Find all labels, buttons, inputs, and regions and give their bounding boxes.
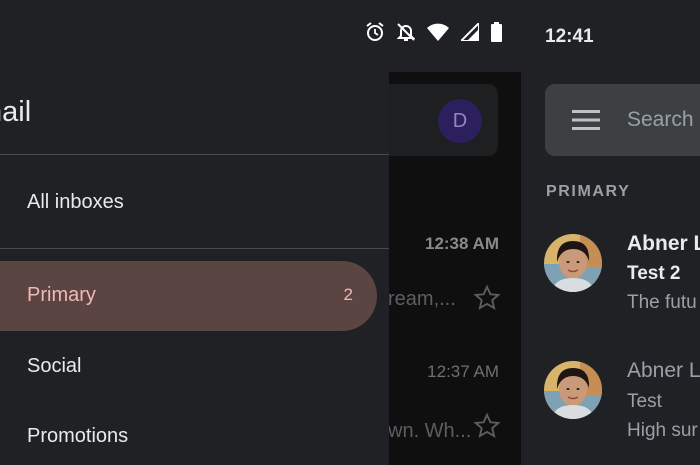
status-bar-time: 12:41 [545,26,594,47]
email-row[interactable]: Abner L Test High sur [521,352,700,462]
email-sender: Abner L [627,359,700,382]
navigation-drawer: nail All inboxes Primary 2 Social Promot… [0,72,389,465]
drawer-title: nail [0,96,32,128]
email-snippet: The futu [627,292,697,313]
sender-avatar [544,234,602,292]
unread-count-badge: 2 [343,285,353,304]
wifi-icon [427,23,449,41]
email-subject: Test 2 [627,263,681,284]
email-snippet: ream,... [388,288,456,310]
search-input[interactable]: Search [627,108,694,132]
notifications-off-icon [397,23,415,41]
alarm-icon [366,22,384,41]
email-sender: Abner L [627,232,700,255]
divider [0,154,389,155]
email-row[interactable]: Abner L Test 2 The futu [521,224,700,334]
account-avatar[interactable]: D [438,99,482,143]
status-bar [0,0,521,72]
menu-icon[interactable] [572,110,600,130]
drawer-item-label: Primary [27,284,96,306]
signal-icon [461,23,479,41]
battery-icon [491,22,502,42]
divider [0,248,389,249]
star-icon[interactable] [473,412,501,440]
search-bar[interactable]: Search [545,84,700,156]
drawer-item-promotions[interactable]: Promotions [27,425,128,448]
email-time: 12:37 AM [427,362,499,381]
email-subject: Test [627,391,662,412]
star-icon[interactable] [473,284,501,312]
drawer-screen: D 12:38 AM ream,... 12:37 AM wn. Wh... n… [0,0,521,465]
drawer-item-primary[interactable]: Primary 2 [0,261,377,331]
inbox-screen: 12:41 Search PRIMARY Abner L Test 2 The … [521,0,700,465]
drawer-item-social[interactable]: Social [27,355,81,378]
drawer-item-all-inboxes[interactable]: All inboxes [27,191,124,214]
email-time: 12:38 AM [424,234,499,253]
email-snippet: wn. Wh... [388,420,472,442]
sender-avatar [544,361,602,419]
email-snippet: High sur [627,420,698,441]
section-label: PRIMARY [546,183,631,200]
